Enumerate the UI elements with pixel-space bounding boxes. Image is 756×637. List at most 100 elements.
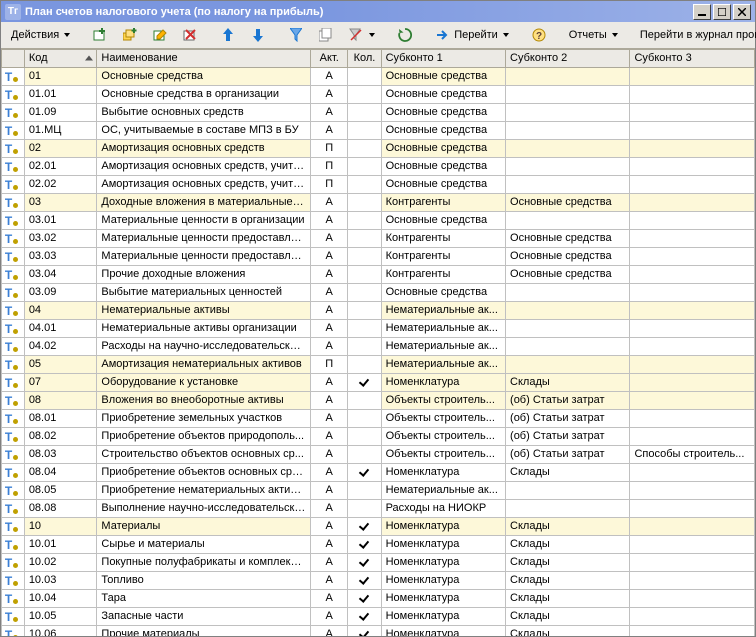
table-row[interactable]: Т03Доходные вложения в материальные ц...…	[2, 193, 755, 211]
cell-name: Запасные части	[97, 607, 311, 625]
col-header-kol[interactable]: Кол.	[348, 49, 381, 67]
col-header-icon[interactable]	[2, 49, 25, 67]
cell-sub1: Нематериальные ак...	[381, 481, 505, 499]
cell-name: Доходные вложения в материальные ц...	[97, 193, 311, 211]
table-row[interactable]: Т03.03Материальные ценности предоставлен…	[2, 247, 755, 265]
close-button[interactable]	[733, 4, 751, 20]
table-row[interactable]: Т03.09Выбытие материальных ценностейАОсн…	[2, 283, 755, 301]
table-row[interactable]: Т04.02Расходы на научно-исследовательски…	[2, 337, 755, 355]
cell-kol	[348, 571, 381, 589]
cell-kol	[348, 463, 381, 481]
reports-button[interactable]: Отчеты	[563, 24, 624, 46]
cell-sub3	[630, 67, 755, 85]
edit-button[interactable]	[146, 24, 174, 46]
cell-kol	[348, 211, 381, 229]
table-row[interactable]: Т02Амортизация основных средствПОсновные…	[2, 139, 755, 157]
table-row[interactable]: Т08.04Приобретение объектов основных сре…	[2, 463, 755, 481]
table-row[interactable]: Т10МатериалыАНоменклатураСклады	[2, 517, 755, 535]
actions-menu[interactable]: Действия	[5, 24, 76, 46]
minimize-button[interactable]	[693, 4, 711, 20]
move-up-button[interactable]	[214, 24, 242, 46]
cell-code: 10.03	[24, 571, 97, 589]
table-row[interactable]: Т02.02Амортизация основных средств, учит…	[2, 175, 755, 193]
maximize-button[interactable]	[713, 4, 731, 20]
col-header-sub3[interactable]: Субконто 3	[630, 49, 755, 67]
col-header-name[interactable]: Наименование	[97, 49, 311, 67]
cell-name: Материалы	[97, 517, 311, 535]
grid-container[interactable]: Код Наименование Акт. Кол. Субконто 1 Су…	[1, 49, 755, 636]
table-row[interactable]: Т10.03ТопливоАНоменклатураСклады	[2, 571, 755, 589]
add-group-button[interactable]	[116, 24, 144, 46]
table-row[interactable]: Т02.01Амортизация основных средств, учит…	[2, 157, 755, 175]
table-row[interactable]: Т10.02Покупные полуфабрикаты и комплекту…	[2, 553, 755, 571]
table-row[interactable]: Т08.08Выполнение научно-исследовательски…	[2, 499, 755, 517]
cell-code: 03.01	[24, 211, 97, 229]
table-row[interactable]: Т03.02Материальные ценности предоставлен…	[2, 229, 755, 247]
check-icon	[359, 575, 369, 583]
table-row[interactable]: Т08Вложения во внеоборотные активыАОбъек…	[2, 391, 755, 409]
dropdown-arrow-icon	[612, 33, 618, 37]
cell-kol	[348, 625, 381, 636]
delete-button[interactable]	[176, 24, 204, 46]
cell-sub3	[630, 589, 755, 607]
cell-sub3	[630, 517, 755, 535]
table-row[interactable]: Т07Оборудование к установкеАНоменклатура…	[2, 373, 755, 391]
copy-button[interactable]	[312, 24, 340, 46]
table-row[interactable]: Т10.04ТараАНоменклатураСклады	[2, 589, 755, 607]
cell-kol	[348, 445, 381, 463]
cell-kol	[348, 85, 381, 103]
table-row[interactable]: Т04Нематериальные активыАНематериальные …	[2, 301, 755, 319]
table-row[interactable]: Т01.МЦОС, учитываемые в составе МПЗ в БУ…	[2, 121, 755, 139]
table-row[interactable]: Т08.01Приобретение земельных участковАОб…	[2, 409, 755, 427]
cell-sub3	[630, 499, 755, 517]
check-icon	[359, 611, 369, 619]
table-row[interactable]: Т08.03Строительство объектов основных ср…	[2, 445, 755, 463]
cell-act: А	[311, 85, 348, 103]
table-row[interactable]: Т08.02Приобретение объектов природополь.…	[2, 427, 755, 445]
row-icon-cell: Т	[2, 175, 25, 193]
cell-sub1: Номенклатура	[381, 517, 505, 535]
filter-off-button[interactable]	[342, 24, 381, 46]
col-header-sub1[interactable]: Субконто 1	[381, 49, 505, 67]
table-row[interactable]: Т01.09Выбытие основных средствАОсновные …	[2, 103, 755, 121]
table-row[interactable]: Т01.01Основные средства в организацииАОс…	[2, 85, 755, 103]
cell-act: А	[311, 373, 348, 391]
cell-kol	[348, 427, 381, 445]
app-icon: Тг	[5, 4, 21, 20]
account-icon: Т	[5, 573, 21, 587]
filter-icon	[288, 27, 304, 43]
table-body: Т01Основные средстваАОсновные средстваТ0…	[2, 67, 755, 636]
cell-sub1: Основные средства	[381, 283, 505, 301]
table-row[interactable]: Т08.05Приобретение нематериальных активо…	[2, 481, 755, 499]
cell-code: 03.02	[24, 229, 97, 247]
cell-sub3	[630, 409, 755, 427]
cell-name: Строительство объектов основных ср...	[97, 445, 311, 463]
cell-act: А	[311, 67, 348, 85]
col-header-act[interactable]: Акт.	[311, 49, 348, 67]
move-down-button[interactable]	[244, 24, 272, 46]
filter-button[interactable]	[282, 24, 310, 46]
goto-button[interactable]: Перейти	[429, 24, 515, 46]
table-row[interactable]: Т01Основные средстваАОсновные средства	[2, 67, 755, 85]
arrow-up-icon	[220, 27, 236, 43]
cell-sub1: Основные средства	[381, 175, 505, 193]
table-row[interactable]: Т10.05Запасные частиАНоменклатураСклады	[2, 607, 755, 625]
col-header-code[interactable]: Код	[24, 49, 97, 67]
table-row[interactable]: Т03.04Прочие доходные вложенияАКонтраген…	[2, 265, 755, 283]
table-row[interactable]: Т10.01Сырье и материалыАНоменклатураСкла…	[2, 535, 755, 553]
help-button[interactable]: ?	[525, 24, 553, 46]
journal-button[interactable]: Перейти в журнал проводок	[634, 24, 756, 46]
delete-icon	[182, 27, 198, 43]
cell-name: Нематериальные активы организации	[97, 319, 311, 337]
cell-sub2	[506, 85, 630, 103]
refresh-button[interactable]	[391, 24, 419, 46]
add-button[interactable]	[86, 24, 114, 46]
cell-kol	[348, 265, 381, 283]
table-row[interactable]: Т03.01Материальные ценности в организаци…	[2, 211, 755, 229]
table-row[interactable]: Т04.01Нематериальные активы организацииА…	[2, 319, 755, 337]
col-header-sub2[interactable]: Субконто 2	[506, 49, 630, 67]
table-row[interactable]: Т05Амортизация нематериальных активовПНе…	[2, 355, 755, 373]
copy-icon	[318, 27, 334, 43]
row-icon-cell: Т	[2, 211, 25, 229]
table-row[interactable]: Т10.06Прочие материалыАНоменклатураСклад…	[2, 625, 755, 636]
